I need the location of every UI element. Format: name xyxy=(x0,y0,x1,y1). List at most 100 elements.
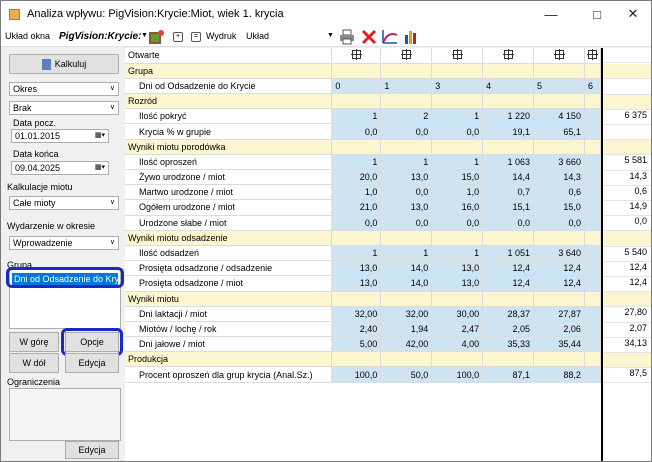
table-cell[interactable]: 1 xyxy=(380,245,433,262)
table-cell[interactable]: 16,0 xyxy=(431,199,484,216)
table-cell[interactable]: 2,40 xyxy=(331,321,382,338)
column-header-cell[interactable] xyxy=(584,48,601,64)
calendar-icon[interactable]: ▩▾ xyxy=(95,131,105,139)
table-cell[interactable]: 0,0 xyxy=(331,123,382,140)
table-cell[interactable]: 1,0 xyxy=(331,184,382,201)
table-cell[interactable]: 88,2 xyxy=(533,366,585,383)
table-cell[interactable]: 35,44 xyxy=(533,336,585,353)
table-cell[interactable]: 100,0 xyxy=(431,366,484,383)
table-cell[interactable]: 1 xyxy=(380,78,433,95)
table-cell[interactable]: 32,00 xyxy=(331,306,382,322)
column-toggle-icon[interactable] xyxy=(400,48,412,60)
table-cell[interactable]: 1 063 xyxy=(482,154,535,171)
table-cell[interactable] xyxy=(584,366,601,383)
table-cell[interactable] xyxy=(584,275,601,292)
minimize-button[interactable]: — xyxy=(531,1,571,27)
print-select[interactable]: Układ xyxy=(246,31,269,41)
data-pocz-field[interactable]: 01.01.2015 ▩▾ xyxy=(11,129,109,143)
edycja-ograniczenia-button[interactable]: Edycja xyxy=(65,441,119,459)
table-cell[interactable]: 35,33 xyxy=(482,336,535,353)
table-cell[interactable]: 0,0 xyxy=(331,215,382,231)
table-cell[interactable]: 3 660 xyxy=(533,154,585,171)
table-cell[interactable]: 0,0 xyxy=(380,184,433,201)
table-cell[interactable] xyxy=(584,169,601,186)
table-cell[interactable]: 12,4 xyxy=(482,260,535,277)
table-cell[interactable]: 2,06 xyxy=(533,321,585,338)
print-dropdown-icon[interactable]: ▼ xyxy=(327,32,334,39)
table-cell[interactable] xyxy=(584,184,601,201)
expand-icon[interactable]: + xyxy=(173,32,183,42)
table-cell[interactable]: 42,00 xyxy=(380,336,433,353)
table-cell[interactable]: 1 xyxy=(331,245,382,262)
table-cell[interactable] xyxy=(584,260,601,277)
table-cell[interactable]: 0,0 xyxy=(380,123,433,140)
table-cell[interactable]: 0,0 xyxy=(533,215,585,231)
table-cell[interactable]: 14,4 xyxy=(482,169,535,186)
close-button[interactable]: ✕ xyxy=(613,1,651,27)
column-header-cell[interactable] xyxy=(431,48,484,64)
w-gore-button[interactable]: W górę xyxy=(9,332,59,352)
table-cell[interactable]: 100,0 xyxy=(331,366,382,383)
table-cell[interactable] xyxy=(584,321,601,338)
table-cell[interactable]: 0,0 xyxy=(431,123,484,140)
table-cell[interactable]: 5,00 xyxy=(331,336,382,353)
table-cell[interactable]: 0,7 xyxy=(482,184,535,201)
table-cell[interactable]: 0,0 xyxy=(482,215,535,231)
delete-icon[interactable] xyxy=(361,29,377,45)
table-cell[interactable]: 4,00 xyxy=(431,336,484,353)
table-cell[interactable]: 1,0 xyxy=(431,184,484,201)
data-konca-field[interactable]: 09.04.2025 ▩▾ xyxy=(11,161,109,175)
column-header-cell[interactable] xyxy=(533,48,585,64)
table-cell[interactable]: 1 xyxy=(331,154,382,171)
table-cell[interactable]: 65,1 xyxy=(533,123,585,140)
table-cell[interactable]: 14,0 xyxy=(380,260,433,277)
table-cell[interactable]: 12,4 xyxy=(533,260,585,277)
table-cell[interactable] xyxy=(584,154,601,171)
table-cell[interactable]: 30,00 xyxy=(431,306,484,322)
table-cell[interactable]: 1 xyxy=(331,108,382,125)
table-cell[interactable]: 20,0 xyxy=(331,169,382,186)
table-cell[interactable] xyxy=(584,245,601,262)
wydarzenie-select[interactable]: Wprowadzenie ∨ xyxy=(9,236,119,250)
column-toggle-icon[interactable] xyxy=(553,48,565,60)
table-cell[interactable]: 14,3 xyxy=(533,169,585,186)
table-cell[interactable]: 1 xyxy=(431,154,484,171)
chart-line-icon[interactable] xyxy=(382,29,398,45)
table-cell[interactable]: 21,0 xyxy=(331,199,382,216)
table-cell[interactable]: 32,00 xyxy=(380,306,433,322)
table-cell[interactable]: 4 xyxy=(482,78,535,95)
brak-select[interactable]: Brak ∨ xyxy=(9,101,119,115)
table-cell[interactable]: 15,0 xyxy=(533,199,585,216)
table-cell[interactable]: 0,6 xyxy=(533,184,585,201)
table-cell[interactable]: 13,0 xyxy=(380,199,433,216)
table-cell[interactable]: 13,0 xyxy=(380,169,433,186)
table-cell[interactable]: 2 xyxy=(380,108,433,125)
table-cell[interactable]: 5 xyxy=(533,78,585,95)
table-cell[interactable]: 3 xyxy=(431,78,484,95)
ograniczenia-list[interactable] xyxy=(9,388,121,441)
table-cell[interactable]: 3 640 xyxy=(533,245,585,262)
chart-bar-icon[interactable] xyxy=(403,29,419,45)
column-toggle-icon[interactable] xyxy=(451,48,463,60)
column-header-cell[interactable] xyxy=(380,48,433,64)
kalkulacje-select[interactable]: Całe mioty ∨ xyxy=(9,196,119,210)
kalkuluj-button[interactable]: Kalkuluj xyxy=(9,54,119,74)
table-cell[interactable]: 12,4 xyxy=(533,275,585,292)
column-toggle-icon[interactable] xyxy=(586,48,598,60)
printer-icon[interactable] xyxy=(339,29,355,45)
table-cell[interactable]: 0 xyxy=(331,78,382,95)
table-cell[interactable]: 1 051 xyxy=(482,245,535,262)
table-cell[interactable]: 2,05 xyxy=(482,321,535,338)
table-cell[interactable] xyxy=(584,306,601,322)
table-cell[interactable] xyxy=(584,108,601,125)
layout-dropdown-icon[interactable]: ▼ xyxy=(141,32,148,39)
table-cell[interactable] xyxy=(584,215,601,231)
collapse-icon[interactable]: = xyxy=(191,32,201,42)
layout-select[interactable]: PigVision:Krycie:M xyxy=(59,31,141,42)
table-cell[interactable]: 1 xyxy=(380,154,433,171)
edycja-button[interactable]: Edycja xyxy=(65,353,119,373)
column-toggle-icon[interactable] xyxy=(350,48,362,60)
table-cell[interactable] xyxy=(584,199,601,216)
column-toggle-icon[interactable] xyxy=(502,48,514,60)
table-cell[interactable]: 1 220 xyxy=(482,108,535,125)
